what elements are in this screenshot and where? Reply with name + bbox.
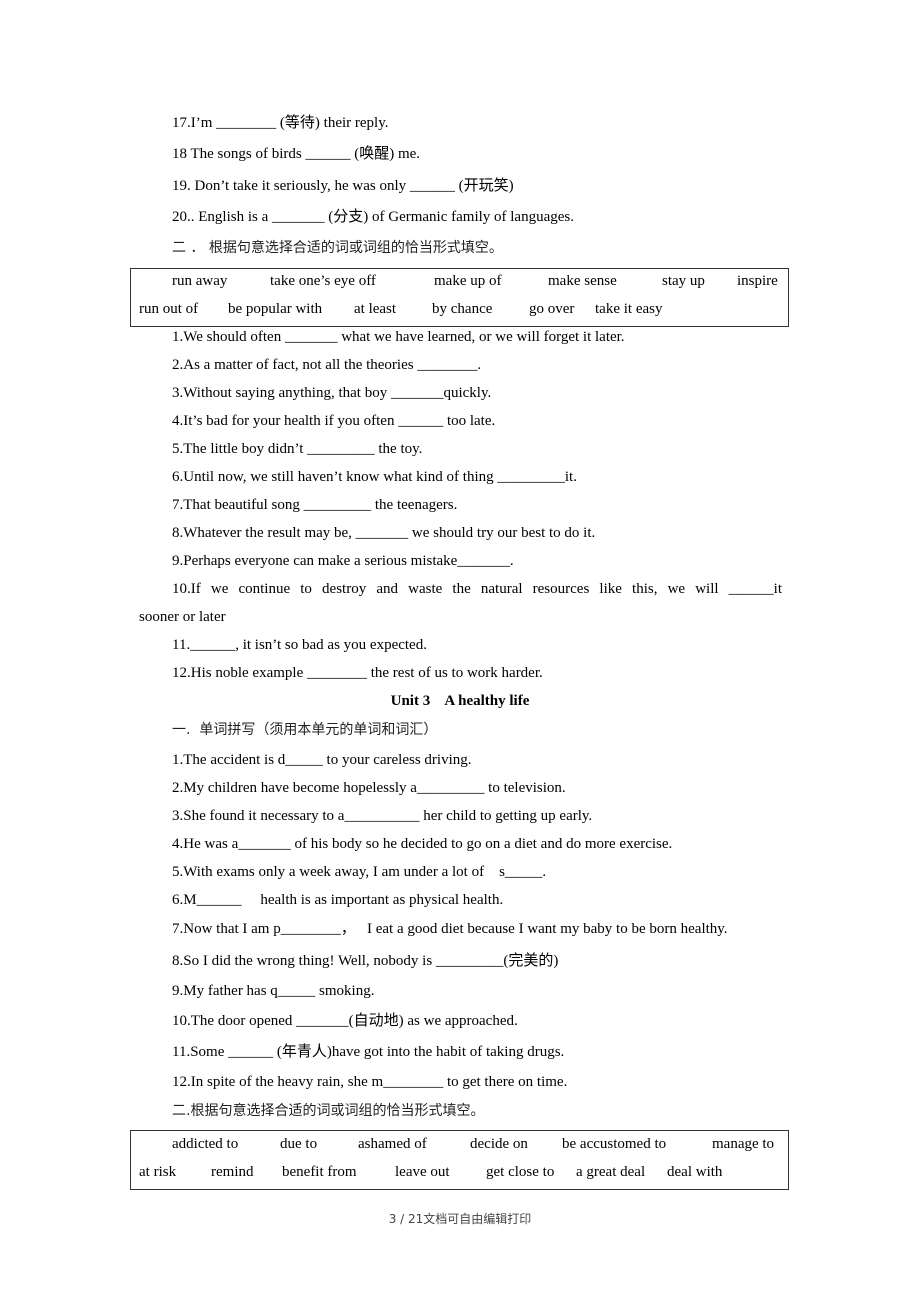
word-bank-item: manage to: [712, 1136, 775, 1152]
document-page: 17.I’m ________ (等待) their reply. 18 The…: [0, 0, 920, 1302]
unit3-question-12: 12.In spite of the heavy rain, she m____…: [172, 1074, 568, 1090]
section-b-instruction: 二 ． 根据句意选择合适的词或词组的恰当形式填空。: [172, 240, 503, 256]
question-b-4: 4.It’s bad for your health if you often …: [172, 413, 496, 429]
word-bank-item: make sense: [548, 273, 617, 289]
word-bank-item: by chance: [432, 301, 493, 317]
unit3-question-9: 9.My father has q_____ smoking.: [172, 983, 375, 999]
unit3-question-11: 11.Some ______ (年青人)have got into the ha…: [172, 1044, 565, 1060]
unit3-word-bank-box: addicted to due to ashamed of decide on …: [130, 1130, 789, 1190]
word-bank-item: leave out: [395, 1164, 450, 1180]
word-bank-row-1: addicted to due to ashamed of decide on …: [131, 1134, 790, 1154]
question-b-3: 3.Without saying anything, that boy ____…: [172, 385, 492, 401]
word-bank-item: take it easy: [595, 301, 663, 317]
word-bank-item: decide on: [470, 1136, 528, 1152]
word-bank-row-2: run out of be popular with at least by c…: [131, 299, 790, 319]
word-bank-row-2: at risk remind benefit from leave out ge…: [131, 1162, 790, 1182]
unit3-section-a-instruction: 一. 单词拼写（须用本单元的单词和词汇）: [172, 722, 438, 738]
word-bank-item: at least: [354, 301, 397, 317]
word-bank-item: run out of: [139, 301, 199, 317]
word-bank-box: run away take one’s eye off make up of m…: [130, 268, 789, 327]
word-bank-item: stay up: [662, 273, 705, 289]
question-b-5: 5.The little boy didn’t _________ the to…: [172, 441, 423, 457]
unit3-question-10: 10.The door opened _______(自动地) as we ap…: [172, 1013, 518, 1029]
word-bank-item: due to: [280, 1136, 318, 1152]
word-bank-item: remind: [211, 1164, 254, 1180]
word-bank-item: a great deal: [576, 1164, 646, 1180]
word-bank-item: be accustomed to: [562, 1136, 667, 1152]
question-b-11: 11.______, it isn’t so bad as you expect…: [172, 637, 427, 653]
unit3-question-8: 8.So I did the wrong thing! Well, nobody…: [172, 953, 559, 969]
question-b-1: 1.We should often _______ what we have l…: [172, 329, 625, 345]
unit3-question-6: 6.M______ health is as important as phys…: [172, 892, 504, 908]
page-footer: 3 / 21文档可自由编辑打印: [0, 1210, 920, 1227]
question-b-12: 12.His noble example ________ the rest o…: [172, 665, 543, 681]
word-bank-item: at risk: [139, 1164, 177, 1180]
word-bank-item: get close to: [486, 1164, 555, 1180]
question-b-2: 2.As a matter of fact, not all the theor…: [172, 357, 482, 373]
question-17: 17.I’m ________ (等待) their reply.: [172, 115, 389, 131]
question-b-9: 9.Perhaps everyone can make a serious mi…: [172, 553, 514, 569]
page-indicator: 3 / 21: [388, 1212, 424, 1226]
unit3-question-4: 4.He was a_______ of his body so he deci…: [172, 836, 673, 852]
unit3-question-5: 5.With exams only a week away, I am unde…: [172, 864, 547, 880]
question-20: 20.. English is a _______ (分支) of German…: [172, 209, 574, 225]
word-bank-item: ashamed of: [358, 1136, 427, 1152]
question-b-10-continuation: sooner or later: [139, 609, 226, 625]
question-b-6: 6.Until now, we still haven’t know what …: [172, 469, 577, 485]
unit3-question-2: 2.My children have become hopelessly a__…: [172, 780, 566, 796]
unit3-question-3: 3.She found it necessary to a__________ …: [172, 808, 593, 824]
word-bank-item: make up of: [434, 273, 502, 289]
question-19: 19. Don’t take it seriously, he was only…: [172, 178, 514, 194]
unit3-question-7: 7.Now that I am p________， I eat a good …: [172, 921, 728, 937]
word-bank-item: run away: [172, 273, 228, 289]
word-bank-item: addicted to: [172, 1136, 239, 1152]
word-bank-row-1: run away take one’s eye off make up of m…: [131, 271, 790, 291]
question-b-7: 7.That beautiful song _________ the teen…: [172, 497, 458, 513]
question-b-10: 10.If we continue to destroy and waste t…: [172, 581, 782, 597]
word-bank-item: be popular with: [228, 301, 323, 317]
unit3-section-b-instruction: 二.根据句意选择合适的词或词组的恰当形式填空。: [172, 1103, 485, 1119]
question-18: 18 The songs of birds ______ (唤醒) me.: [172, 146, 421, 162]
word-bank-item: benefit from: [282, 1164, 357, 1180]
unit3-question-1: 1.The accident is d_____ to your careles…: [172, 752, 472, 768]
unit-heading: Unit 3 A healthy life: [390, 693, 530, 709]
question-b-8: 8.Whatever the result may be, _______ we…: [172, 525, 596, 541]
word-bank-item: go over: [529, 301, 575, 317]
word-bank-item: inspire: [737, 273, 778, 289]
word-bank-item: deal with: [667, 1164, 723, 1180]
word-bank-item: take one’s eye off: [270, 273, 376, 289]
footer-note: 文档可自由编辑打印: [423, 1212, 532, 1226]
